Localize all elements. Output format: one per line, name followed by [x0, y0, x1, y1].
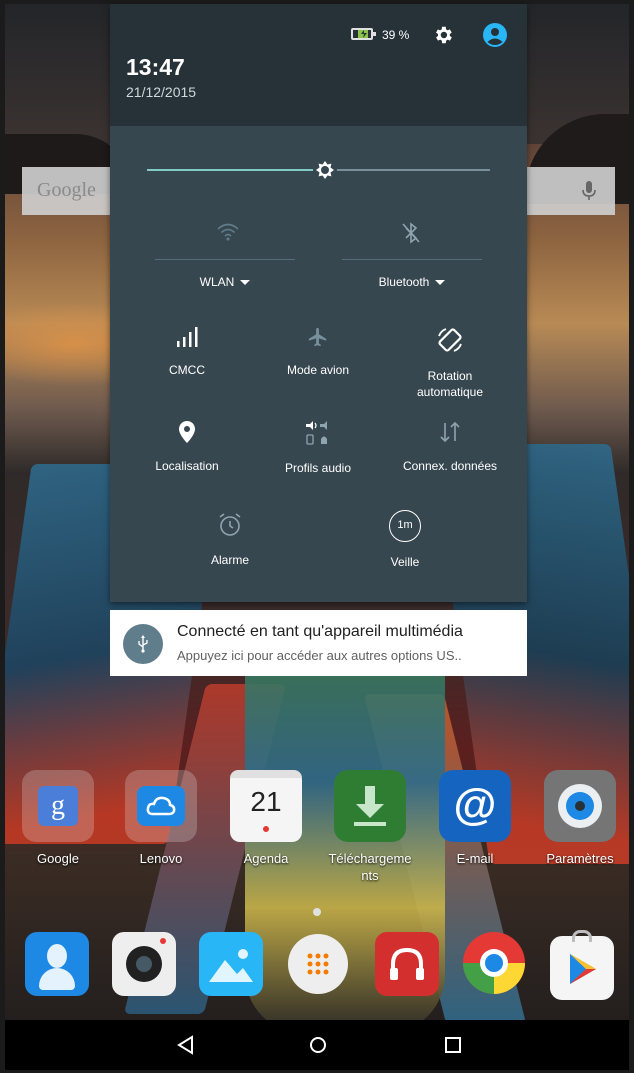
app-lenovo[interactable]: Lenovo	[113, 770, 209, 867]
clock-time[interactable]: 13:47	[126, 54, 185, 81]
app-label: Lenovo	[139, 851, 183, 866]
chrome-icon[interactable]	[463, 932, 525, 994]
google-folder-icon: g	[22, 770, 94, 842]
home-icon[interactable]	[307, 1034, 329, 1056]
tile-mobile-data[interactable]: Connex. données	[392, 420, 508, 480]
tile-label: Alarme	[210, 553, 249, 567]
brightness-icon[interactable]	[312, 157, 338, 183]
alarm-clock-icon	[219, 513, 241, 536]
page-indicator	[313, 908, 321, 916]
notification-text: Appuyez ici pour accéder aux autres opti…	[177, 648, 462, 663]
rotate-icon	[438, 328, 462, 352]
app-drawer-icon[interactable]	[288, 934, 348, 994]
audio-profiles-icon	[306, 421, 327, 445]
chevron-down-icon	[240, 280, 251, 286]
tile-label: Connex. données	[402, 459, 498, 473]
tile-label: automatique	[416, 385, 484, 399]
wifi-icon[interactable]	[216, 222, 240, 242]
data-arrows-icon	[440, 421, 460, 443]
wlan-label: WLAN	[155, 274, 295, 290]
app-parametres[interactable]: Paramètres	[532, 770, 628, 867]
tile-label: Mode avion	[286, 363, 350, 377]
app-label: E-mail	[456, 851, 494, 866]
navigation-bar	[5, 1020, 629, 1070]
tile-label: Veille	[390, 555, 420, 569]
airplane-icon	[308, 327, 327, 347]
tile-label: CMCC	[169, 363, 205, 377]
location-pin-icon	[179, 421, 195, 443]
settings-icon	[544, 770, 616, 842]
bluetooth-label: Bluetooth	[342, 274, 482, 290]
tile-cmcc[interactable]: CMCC	[132, 326, 242, 386]
divider	[155, 259, 295, 260]
gear-icon[interactable]	[432, 24, 454, 46]
camera-icon[interactable]	[112, 932, 176, 996]
back-icon[interactable]	[175, 1034, 197, 1056]
calendar-icon: 21	[230, 770, 302, 842]
usb-icon	[123, 624, 163, 664]
quick-settings-panel: 13:47 21/12/2015 39 % WLAN Bluetooth CMC…	[110, 4, 527, 602]
battery-icon	[351, 28, 376, 40]
app-label: Téléchargeme nts	[328, 851, 412, 883]
contacts-icon[interactable]	[25, 932, 89, 996]
bluetooth-off-icon[interactable]	[400, 221, 422, 245]
wlan-toggle[interactable]: WLAN	[155, 274, 295, 290]
play-store-icon[interactable]	[550, 930, 614, 1000]
app-agenda[interactable]: 21 Agenda	[218, 770, 314, 867]
tile-label: Profils audio	[284, 461, 352, 475]
app-google[interactable]: g Google	[10, 770, 106, 867]
app-label: Google	[37, 851, 79, 866]
divider	[342, 259, 482, 260]
tile-label: Localisation	[155, 459, 219, 473]
app-email[interactable]: @ E-mail	[427, 770, 523, 867]
app-telechargements[interactable]: Téléchargeme nts	[322, 770, 418, 884]
recents-icon[interactable]	[442, 1034, 464, 1056]
google-logo: Google	[37, 179, 96, 201]
usb-notification[interactable]: Connecté en tant qu'appareil multimédia …	[110, 610, 527, 676]
bluetooth-toggle[interactable]: Bluetooth	[342, 274, 482, 290]
signal-icon	[177, 327, 198, 347]
music-icon[interactable]	[375, 932, 439, 996]
tile-audio-profiles[interactable]: Profils audio	[263, 420, 373, 480]
gallery-icon[interactable]	[199, 932, 263, 996]
download-icon	[334, 770, 406, 842]
quick-settings-header: 13:47 21/12/2015 39 %	[110, 4, 527, 126]
clock-date[interactable]: 21/12/2015	[126, 84, 196, 100]
battery-percent: 39 %	[382, 28, 410, 42]
notification-title: Connecté en tant qu'appareil multimédia	[177, 623, 463, 640]
tile-alarm[interactable]: Alarme	[175, 512, 285, 572]
calendar-day: 21	[250, 786, 282, 817]
timer-icon: 1m	[389, 510, 421, 542]
tile-auto-rotate[interactable]: Rotation automatique	[395, 326, 505, 404]
app-label: Paramètres	[546, 851, 614, 866]
user-account-icon[interactable]	[483, 23, 507, 47]
tile-sleep[interactable]: 1m Veille	[350, 510, 460, 572]
tile-airplane-mode[interactable]: Mode avion	[263, 326, 373, 386]
chevron-down-icon	[435, 280, 446, 286]
app-label: Agenda	[243, 851, 289, 866]
tile-label: Rotation	[427, 369, 473, 383]
tile-location[interactable]: Localisation	[132, 420, 242, 480]
mic-icon[interactable]	[581, 179, 597, 203]
email-icon: @	[439, 770, 511, 842]
brightness-slider-fill	[147, 169, 326, 171]
lenovo-cloud-icon	[125, 770, 197, 842]
